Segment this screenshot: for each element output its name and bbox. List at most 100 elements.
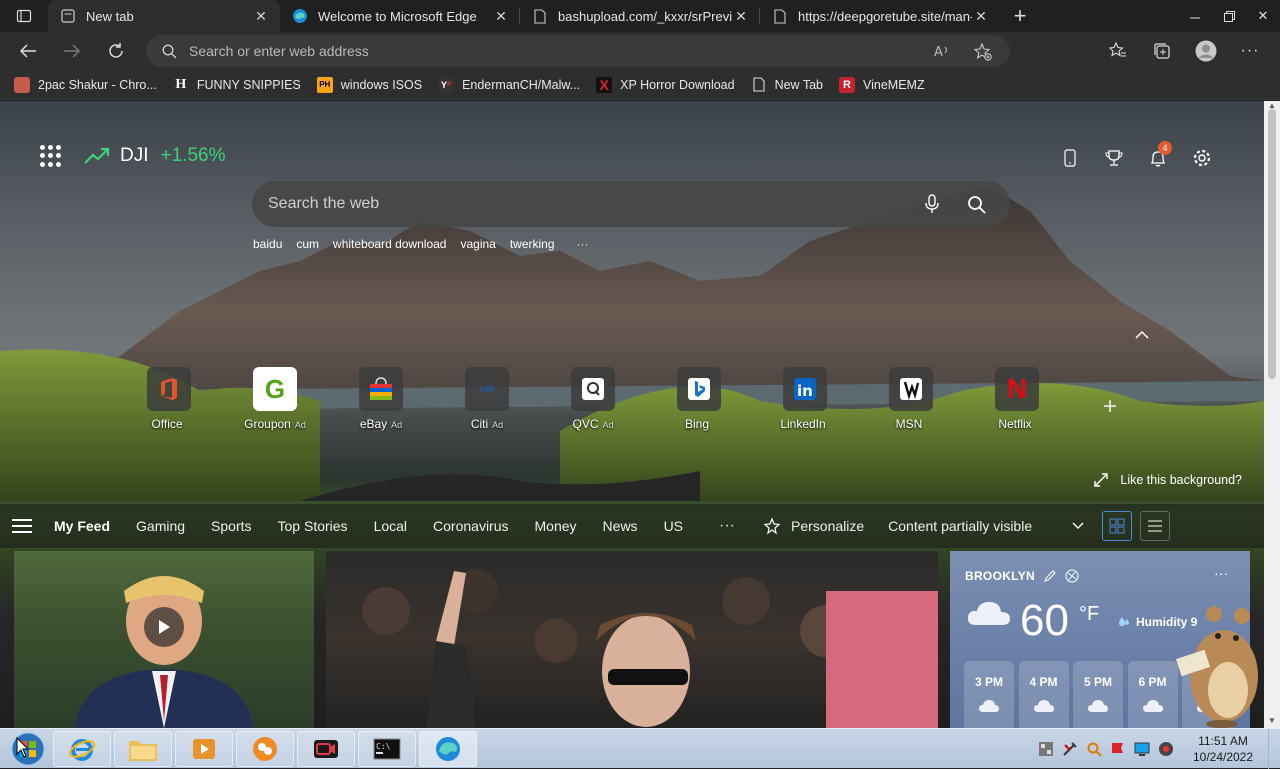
minimize-button[interactable] [1178, 0, 1212, 32]
forecast-hour[interactable]: 5 PM [1073, 661, 1123, 728]
hamster-desktop-pet[interactable] [1172, 602, 1264, 728]
feed-tab-gaming[interactable]: Gaming [136, 518, 185, 534]
search-submit-button[interactable] [954, 182, 998, 226]
bookmark-windows-isos[interactable]: PH windows ISOS [316, 76, 422, 93]
address-input[interactable] [189, 43, 889, 59]
grid-view-button[interactable] [1102, 511, 1133, 541]
tab-deepgoretube[interactable]: https://deepgoretube.site/man- ✕ [760, 0, 1000, 32]
page-settings-button[interactable] [1180, 145, 1224, 171]
bookmark-endermanch[interactable]: Y P EndermanCH/Malw... [438, 76, 580, 93]
quick-link-linkedin[interactable]: in LinkedIn [752, 367, 858, 431]
taskbar-explorer[interactable] [114, 730, 172, 767]
taskbar-app-orange[interactable] [236, 730, 294, 767]
feed-tab-top-stories[interactable]: Top Stories [278, 518, 348, 534]
forecast-hour[interactable]: 6 PM [1127, 661, 1178, 728]
add-quick-link-button[interactable]: + [1098, 395, 1122, 419]
quick-link-bing[interactable]: Bing [646, 367, 752, 431]
scroll-down-arrow-icon[interactable]: ▼ [1264, 716, 1280, 728]
forecast-hour[interactable]: 4 PM [1018, 661, 1069, 728]
weather-more-button[interactable]: ··· [1214, 565, 1228, 581]
content-visibility-dropdown[interactable]: Content partially visible [880, 511, 1094, 541]
news-card-video[interactable] [14, 551, 314, 728]
personalize-button[interactable]: Personalize [763, 517, 864, 535]
collections-button[interactable] [1140, 35, 1184, 67]
read-aloud-icon[interactable]: A [934, 43, 952, 59]
page-scrollbar[interactable]: ▲ ▼ [1264, 101, 1280, 728]
tray-display-icon[interactable] [1130, 739, 1154, 759]
taskbar-clock[interactable]: 11:51 AM 10/24/2022 [1184, 733, 1262, 765]
forward-button[interactable] [54, 35, 90, 67]
news-card-photo[interactable] [326, 551, 938, 728]
quick-link-msn[interactable]: MSN [858, 367, 964, 431]
restore-button[interactable] [1212, 0, 1246, 32]
taskbar-internet-explorer[interactable] [53, 730, 111, 767]
taskbar-command-prompt[interactable]: C:\ [358, 730, 416, 767]
add-favorite-icon[interactable] [974, 43, 992, 61]
ticker-symbol[interactable]: DJI [120, 145, 149, 167]
refresh-button[interactable] [98, 35, 134, 67]
tray-flag-icon[interactable] [1106, 739, 1130, 759]
tray-tool-icon[interactable] [1058, 739, 1082, 759]
scrollbar-thumb[interactable] [1268, 109, 1276, 379]
quick-link-qvc[interactable]: QVC Ad [540, 367, 646, 431]
feed-tab-sports[interactable]: Sports [211, 518, 251, 534]
tray-volume-icon[interactable] [1154, 739, 1178, 759]
favorites-button[interactable] [1096, 35, 1140, 67]
tray-network-icon[interactable] [1034, 739, 1058, 759]
taskbar-media-player[interactable] [175, 730, 233, 767]
rewards-button[interactable] [1092, 145, 1136, 171]
back-button[interactable] [10, 35, 46, 67]
like-background-button[interactable]: Like this background? [1094, 473, 1242, 487]
address-bar[interactable]: A [146, 35, 1010, 67]
close-tab-icon[interactable]: ✕ [252, 7, 270, 25]
menu-hamburger-icon[interactable] [12, 519, 32, 533]
web-search-input[interactable] [268, 195, 910, 213]
tray-search-icon[interactable] [1082, 739, 1106, 759]
bookmark-vinememz[interactable]: R VineMEMZ [839, 76, 925, 93]
trending-item[interactable]: twerking [510, 237, 555, 251]
quick-link-ebay[interactable]: eBay Ad [328, 367, 434, 431]
taskbar-screen-recorder[interactable] [297, 730, 355, 767]
voice-search-button[interactable] [910, 182, 954, 226]
settings-more-button[interactable]: ··· [1228, 35, 1272, 67]
bookmark-funny-snippies[interactable]: H FUNNY SNIPPIES [173, 77, 300, 93]
feed-tab-news[interactable]: News [603, 518, 638, 534]
feed-tab-my-feed[interactable]: My Feed [54, 518, 110, 534]
profile-button[interactable] [1184, 35, 1228, 67]
close-tab-icon[interactable]: ✕ [732, 7, 750, 25]
app-launcher-icon[interactable] [40, 145, 62, 167]
quick-link-office[interactable]: Office [116, 367, 222, 431]
phone-button[interactable] [1048, 145, 1092, 171]
web-search-box[interactable] [252, 181, 1010, 227]
play-video-button[interactable] [144, 607, 184, 647]
tab-bashupload[interactable]: bashupload.com/_kxxr/srPreview ✕ [520, 0, 760, 32]
close-window-button[interactable]: ✕ [1246, 0, 1280, 32]
list-view-button[interactable] [1140, 511, 1171, 541]
trending-item[interactable]: baidu [253, 237, 282, 251]
tab-actions-button[interactable] [0, 0, 48, 32]
tab-new-tab[interactable]: New tab ✕ [48, 0, 280, 32]
feed-tab-local[interactable]: Local [374, 518, 407, 534]
new-tab-button[interactable]: + [1000, 0, 1040, 32]
trending-item[interactable]: cum [296, 237, 319, 251]
notifications-button[interactable]: 4 [1136, 141, 1180, 171]
trending-more-button[interactable]: ··· [577, 237, 589, 251]
trending-item[interactable]: vagina [460, 237, 495, 251]
feed-tab-us[interactable]: US [664, 518, 683, 534]
edit-pencil-icon[interactable] [1043, 569, 1057, 583]
quick-link-groupon[interactable]: G Groupon Ad [222, 367, 328, 431]
feed-tab-coronavirus[interactable]: Coronavirus [433, 518, 508, 534]
close-tab-icon[interactable]: ✕ [492, 7, 510, 25]
quick-link-netflix[interactable]: N Netflix [964, 367, 1070, 431]
close-tab-icon[interactable]: ✕ [972, 7, 990, 25]
trending-item[interactable]: whiteboard download [333, 237, 446, 251]
taskbar-edge[interactable] [419, 730, 477, 767]
forecast-hour[interactable]: 3 PM [964, 661, 1014, 728]
locate-icon[interactable] [1065, 569, 1079, 583]
bookmark-2pac[interactable]: 2pac Shakur - Chro... [14, 76, 157, 93]
bookmark-new-tab[interactable]: New Tab [751, 77, 823, 93]
show-desktop-button[interactable] [1268, 729, 1280, 769]
feed-more-button[interactable]: ··· [719, 517, 735, 535]
tab-welcome-edge[interactable]: Welcome to Microsoft Edge ✕ [280, 0, 520, 32]
feed-tab-money[interactable]: Money [535, 518, 577, 534]
